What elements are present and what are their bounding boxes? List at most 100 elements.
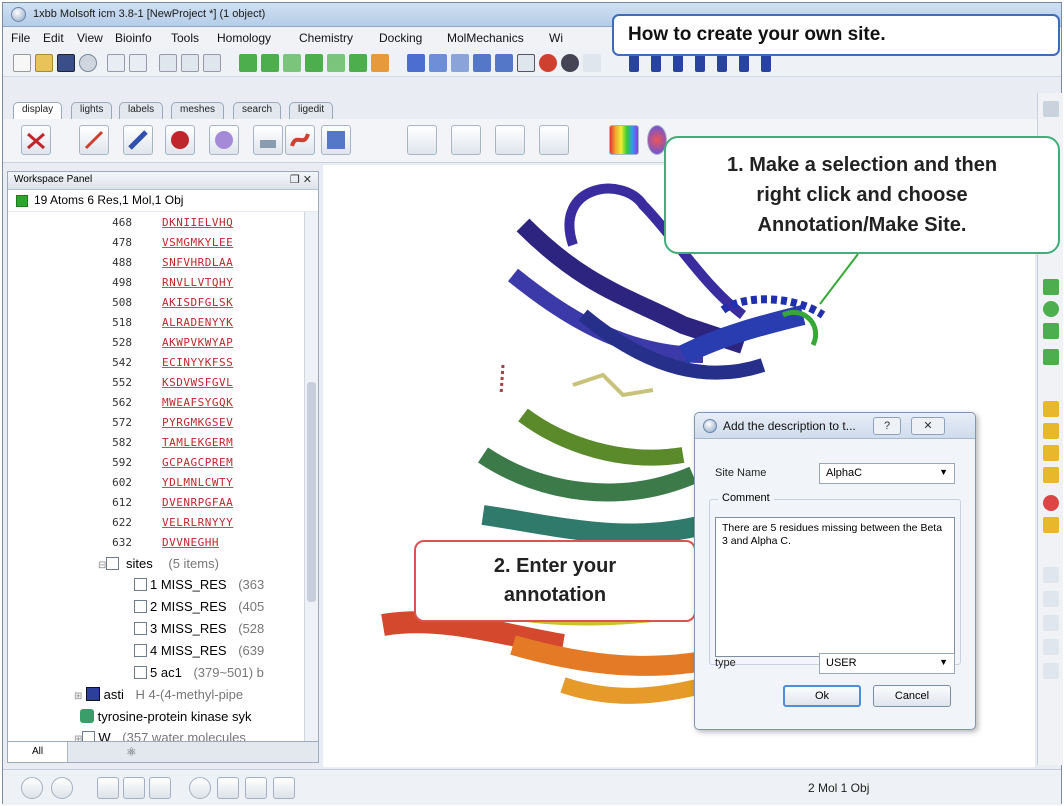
tab-meshes[interactable]: meshes — [171, 102, 225, 119]
molecule-green-2-icon[interactable] — [261, 54, 279, 72]
save-icon[interactable] — [57, 54, 75, 72]
select-icon[interactable] — [1043, 279, 1059, 295]
site-name-dropdown[interactable]: AlphaC ▼ — [819, 463, 955, 484]
panel-toggle-icon[interactable] — [149, 777, 171, 799]
ok-button[interactable]: Ok — [783, 685, 861, 707]
sites-checkbox[interactable] — [106, 557, 120, 570]
sequence-residues[interactable]: SNFVHRDLAA — [162, 256, 233, 269]
menu-edit[interactable]: Edit — [43, 31, 64, 45]
menu-bioinfo[interactable]: Bioinfo — [115, 31, 152, 45]
rotate-icon[interactable] — [1043, 567, 1059, 583]
menu-chemistry[interactable]: Chemistry — [299, 31, 353, 45]
redo-icon[interactable] — [129, 54, 147, 72]
hand-icon[interactable] — [1043, 663, 1059, 679]
gear-icon[interactable] — [1043, 101, 1059, 117]
menu-view[interactable]: View — [77, 31, 103, 45]
tab-labels[interactable]: labels — [119, 102, 164, 119]
help-button[interactable]: ? — [873, 417, 901, 435]
sequence-residues[interactable]: ECINYYKFSS — [162, 356, 233, 369]
sequence-residues[interactable]: YDLMNLCWTY — [162, 476, 233, 489]
star-icon[interactable] — [1043, 615, 1059, 631]
stop-icon[interactable] — [21, 777, 43, 799]
sequence-icon[interactable] — [429, 54, 447, 72]
grid-icon[interactable] — [371, 54, 389, 72]
cancel-button[interactable]: Cancel — [873, 685, 951, 707]
menu-tools[interactable]: Tools — [171, 31, 199, 45]
ligand-icon[interactable] — [327, 54, 345, 72]
sequence-residues[interactable]: DVVNEGHH — [162, 536, 219, 549]
translate-icon[interactable] — [1043, 639, 1059, 655]
layout-icon[interactable] — [97, 777, 119, 799]
tab-ligedit[interactable]: ligedit — [289, 102, 334, 119]
display-mode-icon[interactable] — [159, 54, 177, 72]
wand-icon[interactable] — [583, 54, 601, 72]
settings-icon[interactable] — [79, 54, 97, 72]
menu-file[interactable]: File — [11, 31, 30, 45]
cpk-icon[interactable] — [209, 125, 239, 155]
site-checkbox[interactable] — [134, 600, 147, 613]
link-icon[interactable] — [203, 54, 221, 72]
find-icon[interactable] — [181, 54, 199, 72]
tools-icon[interactable] — [273, 777, 295, 799]
glasses-icon[interactable] — [245, 777, 267, 799]
annotation-icon[interactable] — [517, 54, 535, 72]
site-item-2[interactable]: 2 MISS_RES (405 — [134, 599, 264, 614]
residue-icon[interactable] — [283, 54, 301, 72]
alignment-icon[interactable] — [451, 54, 469, 72]
tab-search[interactable]: search — [233, 102, 282, 119]
ball-icon[interactable] — [165, 125, 195, 155]
measure-plane-icon[interactable] — [1043, 467, 1059, 483]
surface-icon[interactable] — [253, 125, 283, 155]
bookmark-7-icon[interactable] — [761, 54, 771, 72]
ligand-item[interactable]: ⊞ asti H 4-(4-methyl-pipe — [74, 687, 243, 702]
measure-torsion-icon[interactable] — [1043, 445, 1059, 461]
sequence-residues[interactable]: ALRADENYYK — [162, 316, 233, 329]
search-icon[interactable] — [189, 777, 211, 799]
tab-all[interactable]: All — [8, 742, 68, 762]
sequence-residues[interactable]: DVENRPGFAA — [162, 496, 233, 509]
sequence-residues[interactable]: MWEAFSYGQK — [162, 396, 233, 409]
sequence-residues[interactable]: AKISDFGLSK — [162, 296, 233, 309]
fullscreen-icon[interactable] — [123, 777, 145, 799]
label-atom-icon[interactable] — [451, 125, 481, 155]
sequence-residues[interactable]: VELRLRNYYY — [162, 516, 233, 529]
camera-icon[interactable] — [561, 54, 579, 72]
panel-float-close-icon[interactable]: ❒ ✕ — [290, 173, 312, 186]
bookmark-2-icon[interactable] — [651, 54, 661, 72]
menu-homology[interactable]: Homology — [217, 31, 271, 45]
sequence-residues[interactable]: PYRGMKGSEV — [162, 416, 233, 429]
workspace-scrollbar[interactable] — [304, 212, 318, 752]
type-dropdown[interactable]: USER ▼ — [819, 653, 955, 674]
site-checkbox[interactable] — [134, 622, 147, 635]
site-item-1[interactable]: 1 MISS_RES (363 — [134, 577, 264, 592]
menu-molmechanics[interactable]: MolMechanics — [447, 31, 524, 45]
sequence-residues[interactable]: AKWPVKWYAP — [162, 336, 233, 349]
measure-distance-icon[interactable] — [1043, 401, 1059, 417]
lock-icon[interactable] — [1043, 517, 1059, 533]
color-palette-icon[interactable] — [609, 125, 639, 155]
skin-icon[interactable] — [321, 125, 351, 155]
site-item-4[interactable]: 4 MISS_RES (639 — [134, 643, 264, 658]
menu-windows[interactable]: Wi — [549, 31, 563, 45]
open-folder-icon[interactable] — [35, 54, 53, 72]
view-icon[interactable] — [217, 777, 239, 799]
label-site-icon[interactable] — [495, 125, 525, 155]
sequence-residues[interactable]: DKNIIELVHQ — [162, 216, 233, 229]
sequence-residues[interactable]: RNVLLVTQHY — [162, 276, 233, 289]
site-checkbox[interactable] — [134, 666, 147, 679]
comment-textarea[interactable]: There are 5 residues missing between the… — [715, 517, 955, 657]
zoom-icon[interactable] — [1043, 591, 1059, 607]
text-select-icon[interactable] — [1043, 349, 1059, 365]
sequence-residues[interactable]: KSDVWSFGVL — [162, 376, 233, 389]
bookmark-icon[interactable] — [629, 54, 639, 72]
molecule-tab-icon[interactable]: ⚛ — [126, 745, 137, 759]
site-item-3[interactable]: 3 MISS_RES (528 — [134, 621, 264, 636]
label-residue-icon[interactable] — [407, 125, 437, 155]
bookmark-3-icon[interactable] — [673, 54, 683, 72]
neighbor-icon[interactable] — [1043, 323, 1059, 339]
undo-icon[interactable] — [107, 54, 125, 72]
bookmark-4-icon[interactable] — [695, 54, 705, 72]
clear-display-icon[interactable] — [21, 125, 51, 155]
site-checkbox[interactable] — [134, 644, 147, 657]
tab-lights[interactable]: lights — [71, 102, 113, 119]
